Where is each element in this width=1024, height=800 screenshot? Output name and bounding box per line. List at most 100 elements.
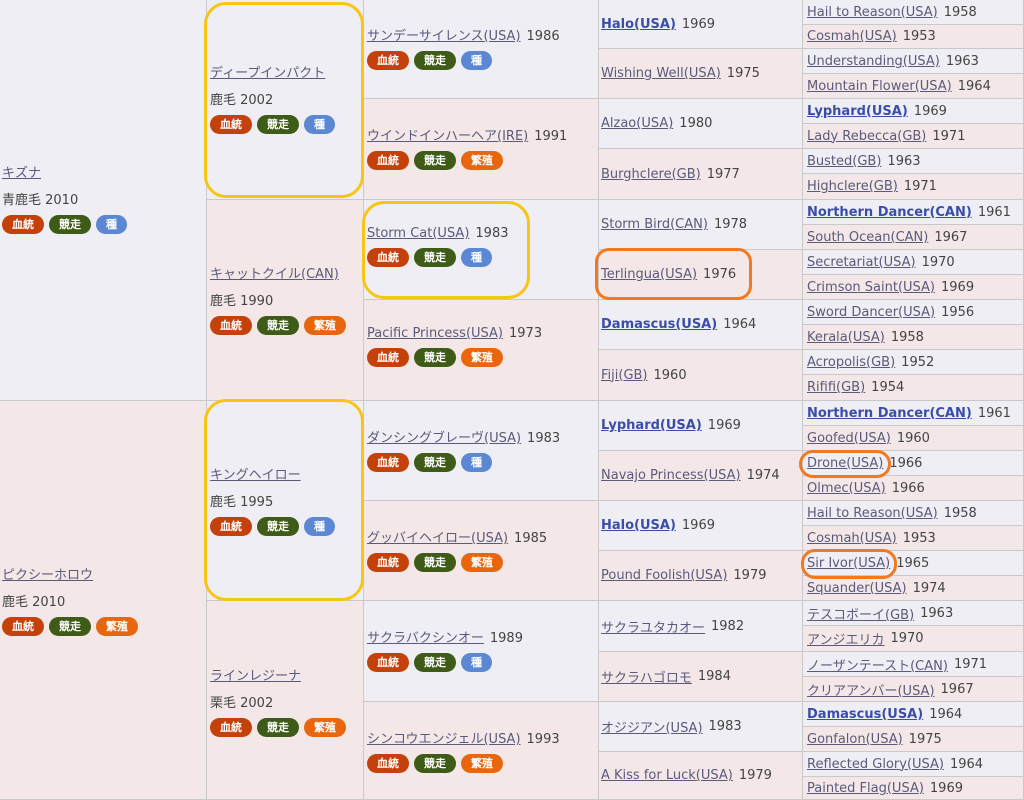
horse-name-link[interactable]: Gonfalon(USA) [807,732,903,747]
racing-badge[interactable]: 競走 [414,653,456,672]
bloodline-badge[interactable]: 血統 [367,348,409,367]
bloodline-badge[interactable]: 血統 [210,517,252,536]
horse-name-link[interactable]: ピクシーホロウ [2,568,93,583]
breeding-badge[interactable]: 繁殖 [461,754,503,773]
horse-name-link[interactable]: Northern Dancer(CAN) [807,406,972,421]
horse-name-link[interactable]: A Kiss for Luck(USA) [601,768,733,783]
horse-name-link[interactable]: キャットクイル(CAN) [210,267,339,282]
racing-badge[interactable]: 競走 [414,248,456,267]
horse-name-link[interactable]: サクラユタカオー [601,617,705,636]
horse-name-link[interactable]: Northern Dancer(CAN) [807,205,972,220]
bloodline-badge[interactable]: 血統 [2,617,44,636]
horse-name-link[interactable]: ラインレジーナ [210,669,301,684]
breeding-badge[interactable]: 繁殖 [461,553,503,572]
horse-name-link[interactable]: Damascus(USA) [601,317,717,332]
horse-name-link[interactable]: キングヘイロー [210,468,301,483]
horse-name-link[interactable]: Understanding(USA) [807,54,940,69]
horse-name-link[interactable]: ノーザンテースト(CAN) [807,655,948,674]
horse-name-link[interactable]: アンジエリカ [807,629,884,648]
horse-name-link[interactable]: Pound Foolish(USA) [601,568,727,583]
horse-name-link[interactable]: Mountain Flower(USA) [807,79,952,94]
sire-badge[interactable]: 種 [461,51,492,70]
racing-badge[interactable]: 競走 [414,348,456,367]
horse-name-link[interactable]: Squander(USA) [807,581,907,596]
racing-badge[interactable]: 競走 [257,115,299,134]
horse-name-link[interactable]: Lyphard(USA) [601,418,702,433]
bloodline-badge[interactable]: 血統 [367,453,409,472]
racing-badge[interactable]: 競走 [49,215,91,234]
bloodline-badge[interactable]: 血統 [367,754,409,773]
sire-badge[interactable]: 種 [304,517,335,536]
horse-name-link[interactable]: Hail to Reason(USA) [807,506,938,521]
horse-name-link[interactable]: Olmec(USA) [807,481,886,496]
horse-name-link[interactable]: Drone(USA) [807,456,883,471]
horse-name-link[interactable]: Lyphard(USA) [807,104,908,119]
sire-badge[interactable]: 種 [461,248,492,267]
horse-name-link[interactable]: Cosmah(USA) [807,531,897,546]
racing-badge[interactable]: 競走 [49,617,91,636]
bloodline-badge[interactable]: 血統 [367,248,409,267]
breeding-badge[interactable]: 繁殖 [461,151,503,170]
horse-name-link[interactable]: Kerala(USA) [807,330,885,345]
horse-name-link[interactable]: オジジアン(USA) [601,717,703,736]
racing-badge[interactable]: 競走 [257,517,299,536]
horse-name-link[interactable]: Goofed(USA) [807,431,891,446]
horse-name-link[interactable]: ウインドインハーヘア(IRE) [367,129,528,144]
racing-badge[interactable]: 競走 [257,316,299,335]
horse-name-link[interactable]: Sword Dancer(USA) [807,305,935,320]
racing-badge[interactable]: 競走 [414,151,456,170]
horse-name-link[interactable]: Navajo Princess(USA) [601,468,741,483]
racing-badge[interactable]: 競走 [414,754,456,773]
horse-name-link[interactable]: South Ocean(CAN) [807,230,928,245]
bloodline-badge[interactable]: 血統 [210,718,252,737]
horse-name-link[interactable]: サクラバクシンオー [367,631,484,646]
sire-badge[interactable]: 種 [304,115,335,134]
bloodline-badge[interactable]: 血統 [2,215,44,234]
horse-name-link[interactable]: テスコボーイ(GB) [807,604,914,623]
horse-name-link[interactable]: Terlingua(USA) [601,267,697,282]
horse-name-link[interactable]: サンデーサイレンス(USA) [367,29,521,44]
horse-name-link[interactable]: Acropolis(GB) [807,355,895,370]
horse-name-link[interactable]: Halo(USA) [601,518,676,533]
horse-name-link[interactable]: Secretariat(USA) [807,255,916,270]
horse-name-link[interactable]: Cosmah(USA) [807,29,897,44]
horse-name-link[interactable]: Damascus(USA) [807,707,923,722]
bloodline-badge[interactable]: 血統 [367,653,409,672]
racing-badge[interactable]: 競走 [257,718,299,737]
horse-name-link[interactable]: クリアアンバー(USA) [807,680,935,699]
horse-name-link[interactable]: Painted Flag(USA) [807,781,924,796]
horse-name-link[interactable]: Crimson Saint(USA) [807,280,935,295]
sire-badge[interactable]: 種 [96,215,127,234]
horse-name-link[interactable]: Busted(GB) [807,154,881,169]
horse-name-link[interactable]: Highclere(GB) [807,179,898,194]
horse-name-link[interactable]: Hail to Reason(USA) [807,5,938,20]
horse-name-link[interactable]: キズナ [2,166,41,181]
horse-name-link[interactable]: Pacific Princess(USA) [367,326,503,341]
horse-name-link[interactable]: Reflected Glory(USA) [807,757,944,772]
horse-name-link[interactable]: サクラハゴロモ [601,667,692,686]
sire-badge[interactable]: 種 [461,653,492,672]
bloodline-badge[interactable]: 血統 [367,51,409,70]
horse-name-link[interactable]: Storm Bird(CAN) [601,217,708,232]
bloodline-badge[interactable]: 血統 [210,115,252,134]
horse-name-link[interactable]: Wishing Well(USA) [601,66,721,81]
horse-name-link[interactable]: Burghclere(GB) [601,167,701,182]
horse-name-link[interactable]: Fiji(GB) [601,368,648,383]
horse-name-link[interactable]: Rififi(GB) [807,380,865,395]
breeding-badge[interactable]: 繁殖 [304,718,346,737]
horse-name-link[interactable]: Storm Cat(USA) [367,226,469,241]
racing-badge[interactable]: 競走 [414,553,456,572]
horse-name-link[interactable]: Sir Ivor(USA) [807,556,890,571]
horse-name-link[interactable]: シンコウエンジェル(USA) [367,732,521,747]
horse-name-link[interactable]: Lady Rebecca(GB) [807,129,926,144]
racing-badge[interactable]: 競走 [414,51,456,70]
bloodline-badge[interactable]: 血統 [210,316,252,335]
horse-name-link[interactable]: ディープインパクト [210,66,325,81]
horse-name-link[interactable]: ダンシングブレーヴ(USA) [367,431,521,446]
breeding-badge[interactable]: 繁殖 [96,617,138,636]
bloodline-badge[interactable]: 血統 [367,553,409,572]
horse-name-link[interactable]: グッバイヘイロー(USA) [367,531,508,546]
breeding-badge[interactable]: 繁殖 [461,348,503,367]
horse-name-link[interactable]: Halo(USA) [601,17,676,32]
sire-badge[interactable]: 種 [461,453,492,472]
